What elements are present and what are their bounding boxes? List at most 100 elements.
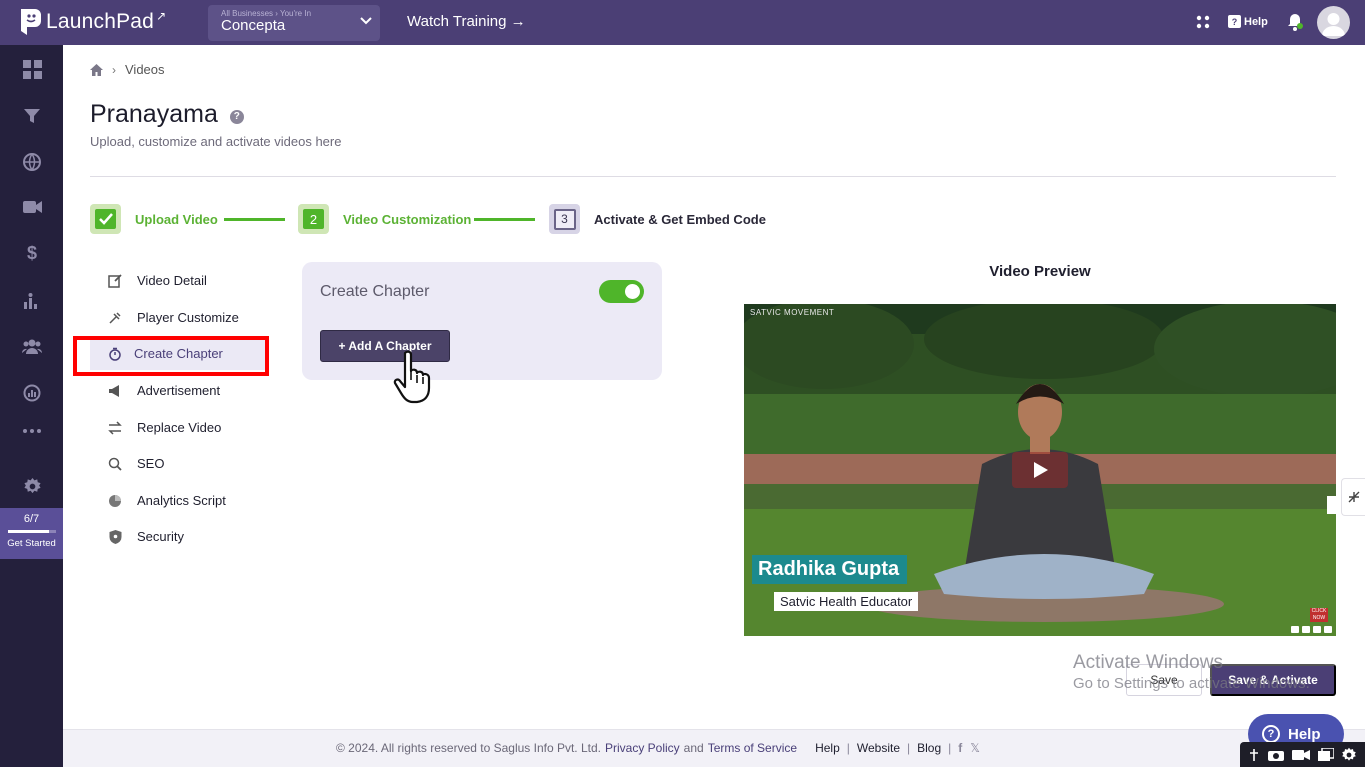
scroll-marker	[1327, 496, 1337, 514]
footer-website-link[interactable]: Website	[857, 741, 900, 755]
get-started-label: Get Started	[7, 538, 56, 549]
chevron-down-icon	[360, 17, 372, 25]
click-now-badge[interactable]: CLICK NOW	[1310, 608, 1328, 622]
terms-of-service-link[interactable]: Terms of Service	[708, 741, 797, 755]
hand-cursor-icon	[393, 350, 431, 404]
footer: © 2024. All rights reserved to Saglus In…	[63, 729, 1365, 767]
submenu-seo[interactable]: SEO	[90, 447, 266, 480]
highlight-box	[73, 336, 269, 376]
submenu-label: Video Detail	[137, 273, 207, 288]
footer-separator: |	[907, 741, 911, 755]
search-icon	[107, 457, 123, 471]
gear-icon[interactable]	[1341, 747, 1357, 763]
pie-icon	[107, 494, 123, 508]
funnel-icon[interactable]	[21, 105, 43, 127]
get-started-count: 6/7	[23, 513, 40, 525]
step-3-indicator: 3	[549, 204, 580, 234]
submenu-label: Analytics Script	[137, 493, 226, 508]
step-upload-video[interactable]: Upload Video	[90, 204, 218, 234]
facebook-icon[interactable]: f	[958, 741, 962, 755]
check-icon	[95, 209, 116, 229]
video-player[interactable]: SATVIC MOVEMENT Radhika Gupta Satvic Hea…	[744, 304, 1336, 636]
video-controls	[1291, 626, 1332, 633]
footer-blog-link[interactable]: Blog	[917, 741, 941, 755]
submenu-label: Replace Video	[137, 420, 222, 435]
x-twitter-icon[interactable]: 𝕏	[970, 741, 980, 755]
step-2-label: Video Customization	[343, 211, 472, 227]
settings-icon[interactable]	[21, 475, 43, 497]
breadcrumb-current[interactable]: Videos	[125, 62, 165, 77]
help-icon: ?	[1228, 15, 1241, 28]
more-icon[interactable]	[21, 420, 43, 442]
submenu-player-customize[interactable]: Player Customize	[90, 301, 266, 334]
create-chapter-card: Create Chapter + Add A Chapter	[302, 262, 662, 380]
step-3-number: 3	[553, 208, 576, 230]
watch-training-link[interactable]: Watch Training →	[407, 13, 526, 30]
submenu-label: Security	[137, 529, 184, 544]
apps-grid-icon[interactable]	[1196, 15, 1210, 29]
footer-separator: |	[948, 741, 952, 755]
home-icon[interactable]	[90, 63, 103, 76]
logo-text: LaunchPad	[46, 10, 155, 33]
dashboard-icon[interactable]	[21, 58, 43, 80]
video-camera-icon[interactable]	[1292, 749, 1311, 761]
submenu-label: Player Customize	[137, 310, 239, 325]
help-link[interactable]: ? Help	[1228, 15, 1268, 28]
step-activate-embed[interactable]: 3 Activate & Get Embed Code	[549, 204, 766, 234]
chart-icon[interactable]	[21, 290, 43, 312]
globe-icon[interactable]	[21, 151, 43, 173]
bell-icon[interactable]	[1286, 12, 1304, 32]
dollar-icon[interactable]: $	[21, 242, 43, 264]
submenu-advertisement[interactable]: Advertisement	[90, 374, 266, 407]
windows-activation-watermark: Activate Windows Go to Settings to activ…	[1073, 652, 1310, 692]
business-selector[interactable]: All Businesses › You're In Concepta	[208, 5, 380, 41]
step-2-indicator: 2	[298, 204, 329, 234]
video-icon[interactable]	[1302, 626, 1310, 633]
step-connector-2	[474, 218, 535, 221]
watermark-line-2: Go to Settings to activate Windows.	[1073, 675, 1310, 692]
footer-separator: |	[846, 741, 850, 755]
create-chapter-title: Create Chapter	[320, 283, 430, 300]
submenu-video-detail[interactable]: Video Detail	[90, 264, 266, 297]
users-icon[interactable]	[21, 335, 43, 357]
breadcrumb: › Videos	[90, 62, 165, 77]
window-icon[interactable]	[1313, 626, 1321, 633]
video-icon[interactable]	[21, 196, 43, 218]
page-title-text: Pranayama	[90, 100, 218, 128]
palette-icon	[107, 311, 123, 325]
launchpad-logo[interactable]: LaunchPad ↗	[18, 7, 166, 37]
gauge-icon[interactable]	[21, 382, 43, 404]
avatar[interactable]	[1317, 6, 1350, 39]
submenu-analytics-script[interactable]: Analytics Script	[90, 484, 266, 517]
step-video-customization[interactable]: 2 Video Customization	[298, 204, 471, 234]
swap-icon	[107, 420, 123, 435]
footer-help-link[interactable]: Help	[815, 741, 840, 755]
video-preview-title: Video Preview	[989, 263, 1091, 280]
side-collapse-tab[interactable]	[1341, 478, 1365, 516]
camera-icon[interactable]	[1291, 626, 1299, 633]
shield-icon	[107, 529, 123, 544]
help-circle-icon[interactable]: ?	[229, 109, 244, 124]
user-icon	[1322, 13, 1345, 36]
windows-icon[interactable]	[1317, 747, 1334, 762]
breadcrumb-separator: ›	[112, 62, 116, 77]
chapter-toggle[interactable]	[599, 280, 644, 303]
video-brand: SATVIC MOVEMENT	[750, 308, 835, 317]
camera-icon[interactable]	[1267, 748, 1285, 762]
business-name: Concepta	[221, 17, 286, 34]
privacy-policy-link[interactable]: Privacy Policy	[605, 741, 680, 755]
toggle-knob	[625, 284, 640, 299]
pin-icon[interactable]	[1248, 748, 1260, 762]
get-started-widget[interactable]: 6/7 Get Started	[0, 508, 63, 559]
get-started-progress	[7, 530, 56, 533]
logo-icon	[21, 9, 41, 35]
step-3-label: Activate & Get Embed Code	[594, 211, 766, 227]
submenu-replace-video[interactable]: Replace Video	[90, 411, 266, 444]
step-1-label: Upload Video	[135, 211, 218, 227]
collapse-icon	[1348, 491, 1359, 503]
top-bar: LaunchPad ↗ All Businesses › You're In C…	[0, 0, 1365, 45]
play-button[interactable]	[1012, 452, 1068, 488]
settings-icon[interactable]	[1324, 626, 1332, 633]
help-icon: ?	[1262, 725, 1280, 743]
submenu-security[interactable]: Security	[90, 520, 266, 553]
